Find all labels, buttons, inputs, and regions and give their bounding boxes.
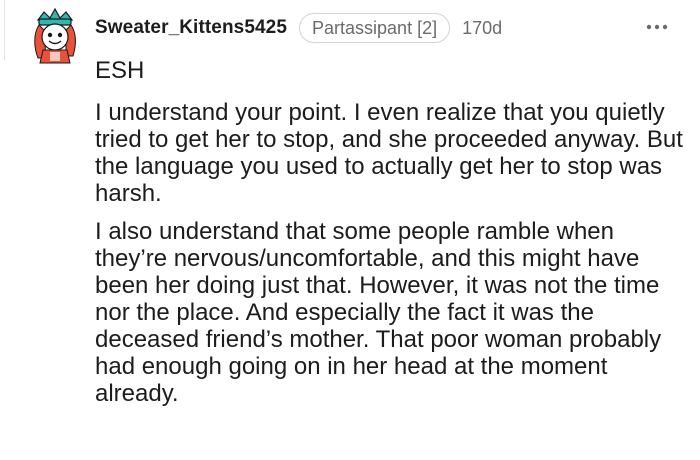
user-flair-badge[interactable]: Partassipant [2]: [299, 13, 451, 43]
username-link[interactable]: Sweater_Kittens5425: [95, 17, 287, 39]
comment: Sweater_Kittens5425 Partassipant [2] 170…: [0, 0, 700, 460]
user-avatar[interactable]: [30, 6, 80, 64]
comment-paragraph: I also understand that some people rambl…: [95, 218, 662, 407]
comment-paragraph: I understand your point. I even realize …: [95, 99, 683, 207]
comment-body: I understand your point. I even realize …: [95, 99, 685, 418]
verdict-text: ESH: [95, 57, 145, 84]
comment-header: Sweater_Kittens5425 Partassipant [2] 170…: [95, 12, 502, 44]
more-options-icon[interactable]: [642, 14, 672, 40]
comment-age: 170d: [462, 17, 503, 38]
